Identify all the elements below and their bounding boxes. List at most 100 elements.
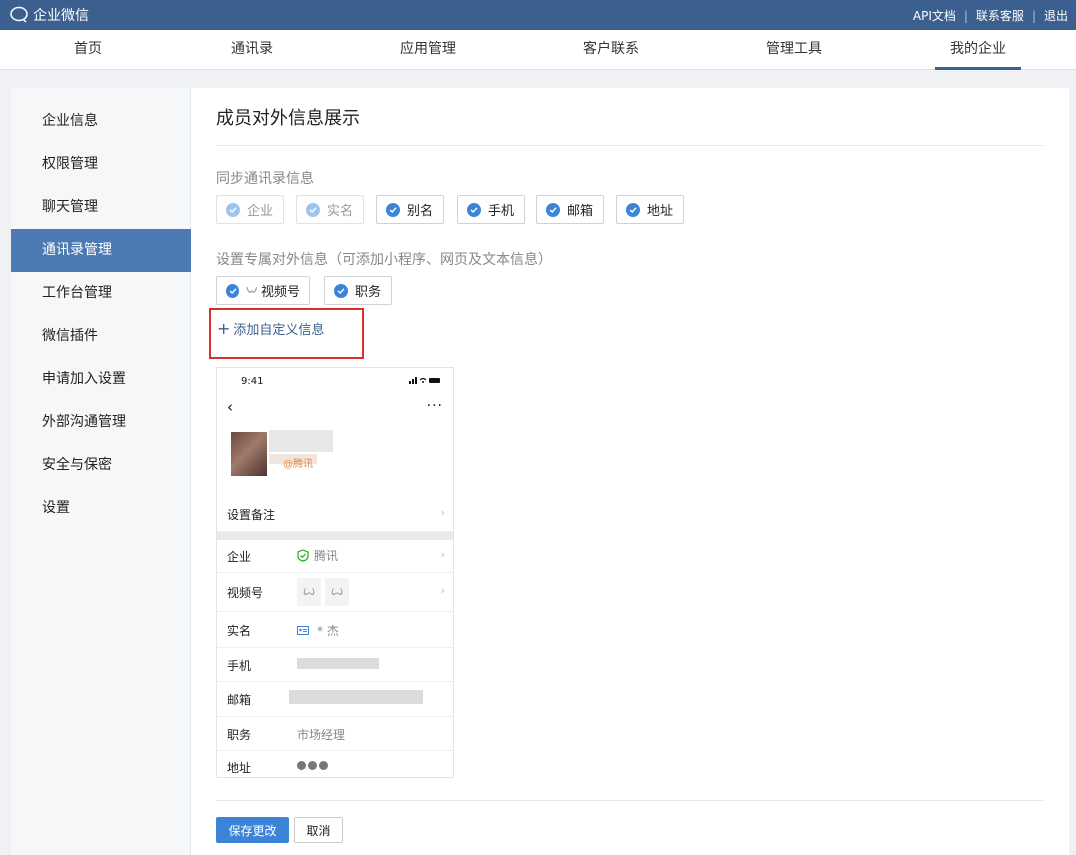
- sync-option-email[interactable]: 邮箱: [536, 195, 604, 224]
- main-panel: 成员对外信息展示 同步通讯录信息 企业 实名 别名 手机 邮箱 地址 设置专属对…: [191, 88, 1069, 855]
- remark-row[interactable]: 设置备注 ›: [217, 496, 453, 532]
- address-dots: [297, 761, 330, 770]
- chip-label: 别名: [407, 204, 434, 219]
- phone-preview: 9:41 ‹ ··· @腾讯 设置备注 › 企业 腾讯 › 视频号 Ꙍ Ꙍ › …: [216, 367, 454, 778]
- row-value: [297, 658, 379, 669]
- sync-option-address[interactable]: 地址: [616, 195, 684, 224]
- logo[interactable]: 企业微信: [10, 5, 89, 25]
- verified-shield-icon: [297, 549, 309, 562]
- nav-contacts[interactable]: 通讯录: [231, 30, 273, 70]
- row-value: * 杰: [297, 622, 339, 639]
- avatar: [231, 432, 267, 476]
- email-blurred: [289, 690, 423, 704]
- custom-option-channels[interactable]: 视频号: [216, 276, 310, 305]
- more-icon[interactable]: ···: [427, 398, 443, 414]
- info-row-realname: 实名 * 杰: [217, 612, 453, 648]
- sync-option-realname: 实名: [296, 195, 364, 224]
- chip-label: 手机: [488, 204, 515, 219]
- sidebar-item-settings[interactable]: 设置: [11, 487, 191, 530]
- phone-blurred: [297, 658, 379, 669]
- company-name: 腾讯: [314, 549, 339, 563]
- nav-management-tools[interactable]: 管理工具: [766, 30, 822, 70]
- wecom-logo-icon: [10, 6, 28, 23]
- status-icons: [409, 376, 441, 387]
- signal-icon: [409, 377, 440, 384]
- sidebar-item-wechat-plugin[interactable]: 微信插件: [11, 315, 191, 358]
- logo-text: 企业微信: [33, 8, 89, 24]
- sidebar-item-permissions[interactable]: 权限管理: [11, 143, 191, 186]
- sync-option-phone[interactable]: 手机: [457, 195, 525, 224]
- sidebar-item-security[interactable]: 安全与保密: [11, 444, 191, 487]
- nav-app-management[interactable]: 应用管理: [400, 30, 456, 70]
- nav-home[interactable]: 首页: [73, 30, 103, 70]
- chip-label: 实名: [327, 204, 354, 219]
- name-blurred: [269, 430, 333, 452]
- sync-section-label: 同步通讯录信息: [216, 171, 314, 187]
- info-row-enterprise: 企业 腾讯 ›: [217, 540, 453, 573]
- row-label: 地址: [227, 761, 252, 775]
- row-label: 视频号: [227, 586, 264, 600]
- chip-label: 视频号: [260, 285, 300, 300]
- top-links: API文档 | 联系客服 | 退出: [913, 7, 1068, 24]
- divider: [217, 532, 453, 540]
- sidebar-item-contacts-management[interactable]: 通讯录管理: [11, 229, 191, 272]
- divider: [216, 145, 1044, 146]
- plus-icon: +: [217, 319, 231, 338]
- logout-link[interactable]: 退出: [1044, 7, 1068, 24]
- info-row-title: 职务 市场经理: [217, 717, 453, 751]
- sidebar-item-chat-management[interactable]: 聊天管理: [11, 186, 191, 229]
- nav-customer-contact[interactable]: 客户联系: [583, 30, 639, 70]
- id-card-icon: [297, 626, 309, 635]
- sidebar-item-workbench[interactable]: 工作台管理: [11, 272, 191, 315]
- contact-support-link[interactable]: 联系客服: [976, 7, 1024, 24]
- row-label: 职务: [227, 728, 252, 742]
- chevron-right-icon: ›: [440, 506, 445, 519]
- sidebar: 企业信息 权限管理 聊天管理 通讯录管理 工作台管理 微信插件 申请加入设置 外…: [11, 88, 191, 855]
- sidebar-item-enterprise-info[interactable]: 企业信息: [11, 100, 191, 143]
- chevron-right-icon: ›: [440, 548, 445, 561]
- api-docs-link[interactable]: API文档: [913, 7, 956, 24]
- info-row-address: 地址: [217, 751, 453, 777]
- custom-option-title[interactable]: 职务: [324, 276, 392, 305]
- page-title: 成员对外信息展示: [216, 108, 360, 129]
- main-nav: 首页 通讯录 应用管理 客户联系 管理工具 我的企业: [0, 30, 1076, 70]
- realname-value: * 杰: [317, 624, 339, 638]
- info-row-email: 邮箱: [217, 682, 453, 717]
- company-tag: @腾讯: [283, 459, 313, 470]
- chevron-right-icon: ›: [440, 584, 445, 597]
- check-icon: [626, 202, 640, 217]
- info-row-channels[interactable]: 视频号 Ꙍ Ꙍ ›: [217, 573, 453, 612]
- divider: |: [1031, 8, 1036, 23]
- save-button[interactable]: 保存更改: [216, 817, 289, 843]
- row-label: 邮箱: [227, 693, 252, 707]
- content-card: 企业信息 权限管理 聊天管理 通讯录管理 工作台管理 微信插件 申请加入设置 外…: [11, 88, 1069, 855]
- channels-icon: Ꙍ: [297, 578, 321, 606]
- row-label: 手机: [227, 659, 252, 673]
- check-icon: [546, 202, 560, 217]
- channels-icon: [246, 286, 258, 293]
- divider: [216, 800, 1044, 801]
- back-icon[interactable]: ‹: [227, 398, 233, 416]
- row-value: 市场经理: [297, 728, 346, 742]
- cancel-button[interactable]: 取消: [294, 817, 343, 843]
- sidebar-item-external-communication[interactable]: 外部沟通管理: [11, 401, 191, 444]
- row-value: [289, 690, 423, 704]
- sync-option-alias[interactable]: 别名: [376, 195, 444, 224]
- row-label: 实名: [227, 624, 252, 638]
- row-value: 腾讯: [297, 547, 338, 564]
- chip-label: 职务: [355, 285, 382, 300]
- channels-icon: Ꙍ: [325, 578, 349, 606]
- add-link-label: 添加自定义信息: [233, 323, 325, 338]
- check-icon: [306, 202, 320, 217]
- chip-label: 邮箱: [567, 204, 594, 219]
- sidebar-item-join-settings[interactable]: 申请加入设置: [11, 358, 191, 401]
- row-label: 企业: [227, 550, 252, 564]
- info-row-phone: 手机: [217, 648, 453, 682]
- add-custom-info-link[interactable]: + 添加自定义信息: [217, 319, 324, 338]
- status-time: 9:41: [241, 376, 264, 387]
- top-bar: 企业微信 API文档 | 联系客服 | 退出: [0, 0, 1076, 30]
- sync-option-enterprise: 企业: [216, 195, 284, 224]
- nav-my-enterprise[interactable]: 我的企业: [935, 30, 1021, 70]
- custom-section-label: 设置专属对外信息（可添加小程序、网页及文本信息）: [216, 252, 552, 268]
- check-icon: [226, 283, 240, 298]
